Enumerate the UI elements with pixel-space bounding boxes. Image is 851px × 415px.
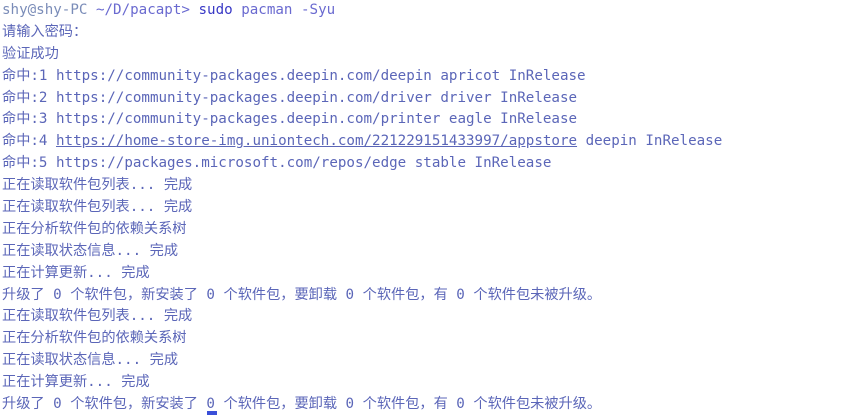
summary-line: 升级了 0 个软件包，新安装了 0 个软件包，要卸载 0 个软件包，有 0 个软… [2,286,602,303]
status-line: 正在计算更新... 完成 [2,264,150,281]
prompt-path: ~/D/pacapt [95,2,182,18]
command-args: pacman -Syu [241,2,336,18]
summary-line: 升级了 0 个软件包，新安装了 0 个软件包，要卸载 0 个软件包，有 0 个软… [2,396,602,413]
status-line: 正在分析软件包的依赖关系树 [2,330,187,347]
auth-success: 验证成功 [2,45,59,62]
repo-hit-line: 命中:5 https://packages.microsoft.com/repo… [2,153,851,175]
terminal-window[interactable]: shy@shy-PC ~/D/pacapt> sudo pacman -Syu … [0,0,851,415]
hit-suffix: deepin InRelease [577,133,723,150]
repo-hit-line: 命中:3 https://community-packages.deepin.c… [2,109,851,131]
text-cursor [207,411,217,415]
status-line: 正在读取软件包列表... 完成 [2,177,193,194]
repo-hit-line: 命中:1 https://community-packages.deepin.c… [2,66,851,88]
prompt-symbol: > [181,2,190,18]
repo-hit-line: 命中:2 https://community-packages.deepin.c… [2,88,851,110]
hit-url: https://community-packages.deepin.com/de… [56,67,432,84]
hit-suffix: driver InRelease [431,89,578,106]
hit-prefix: 命中:5 [2,155,56,172]
hit-suffix: eagle InRelease [440,111,578,128]
hit-suffix: apricot InRelease [431,67,586,84]
status-line: 正在计算更新... 完成 [2,374,150,391]
status-line: 正在读取软件包列表... 完成 [2,199,193,216]
hit-url: https://community-packages.deepin.com/pr… [56,111,441,128]
status-line: 正在分析软件包的依赖关系树 [2,220,187,237]
prompt-line: shy@shy-PC ~/D/pacapt> sudo pacman -Syu [2,0,851,22]
command-name: sudo [198,2,233,18]
terminal-output: shy@shy-PC ~/D/pacapt> sudo pacman -Syu … [0,0,851,415]
hit-url-link[interactable]: https://home-store-img.uniontech.com/221… [56,133,577,149]
hit-url: https://community-packages.deepin.com/dr… [56,89,432,106]
hit-url: https://packages.microsoft.com/repos/edg… [56,155,407,172]
status-line: 正在读取状态信息... 完成 [2,352,179,369]
password-prompt: 请输入密码： [2,23,88,40]
hit-suffix: stable InRelease [406,155,552,172]
hit-prefix: 命中:1 [2,67,56,84]
repo-hit-line: 命中:4 https://home-store-img.uniontech.co… [2,131,851,153]
hit-prefix: 命中:4 [2,133,56,150]
hit-prefix: 命中:2 [2,89,56,106]
status-line: 正在读取状态信息... 完成 [2,242,179,259]
hit-prefix: 命中:3 [2,111,56,128]
prompt-user-host: shy@shy-PC [2,2,88,18]
status-line: 正在读取软件包列表... 完成 [2,308,193,325]
